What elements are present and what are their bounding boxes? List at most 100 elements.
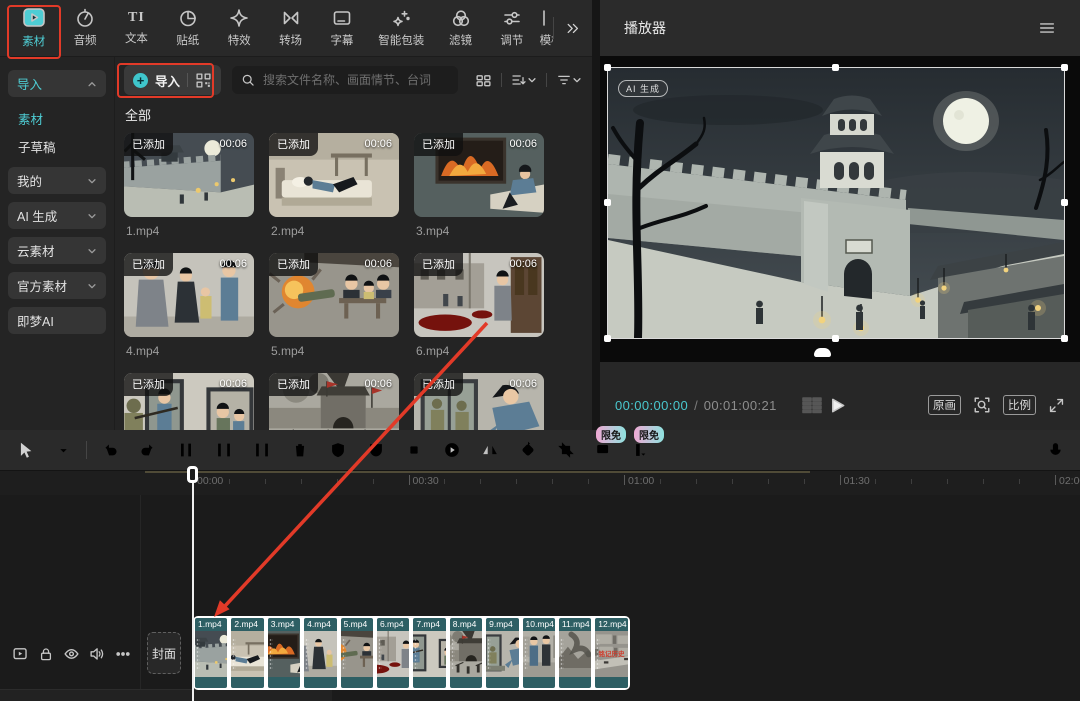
media-card[interactable]: 已添加00:067.mp4 [124, 373, 254, 430]
delete-button[interactable] [285, 435, 315, 465]
zoom-fit-icon[interactable] [973, 396, 991, 414]
tab-filters[interactable]: 滤镜 [435, 0, 486, 56]
hamburger-menu-icon[interactable] [1038, 19, 1056, 37]
tab-text[interactable]: TI文本 [111, 0, 162, 56]
select-tool[interactable] [10, 435, 40, 465]
sidebar-item-mine[interactable]: 我的 [8, 167, 106, 194]
expand-tabs-button[interactable] [554, 0, 592, 56]
playhead-handle[interactable] [187, 466, 198, 483]
crop-button[interactable] [551, 435, 581, 465]
rotate-button[interactable] [513, 435, 543, 465]
preview-frame[interactable]: AI 生成 [608, 68, 1064, 338]
aspect-ratio-button[interactable]: 比例 [1003, 395, 1036, 415]
select-tool-dropdown[interactable] [48, 435, 78, 465]
timeline-ruler[interactable]: 00:0000:3001:0001:3002:00 [0, 471, 1080, 495]
timeline-clip[interactable]: 6.mp4 [377, 618, 409, 688]
sidebar-item-official[interactable]: 官方素材 [8, 272, 106, 299]
transform-handle[interactable] [1061, 335, 1068, 342]
media-card[interactable]: 已添加00:062.mp4 [269, 133, 399, 238]
split-keep-right-button[interactable] [247, 435, 277, 465]
timeline-clip[interactable]: 11.mp4 [559, 618, 591, 688]
tab-smartpack[interactable]: 智能包装 [368, 0, 435, 56]
media-card[interactable]: 已添加00:063.mp4 [414, 133, 544, 238]
scrollbar-track[interactable] [0, 689, 332, 701]
media-card[interactable]: 已添加00:065.mp4 [269, 253, 399, 358]
transform-handle[interactable] [604, 199, 611, 206]
more-options-icon[interactable] [115, 646, 131, 662]
split-keep-left-button[interactable] [209, 435, 239, 465]
timeline-clip[interactable]: 7.mp4 [413, 618, 445, 688]
timeline-clip[interactable]: 9.mp4 [486, 618, 518, 688]
tab-captions[interactable]: 字幕 [316, 0, 367, 56]
clip-drag-handle[interactable] [232, 638, 236, 670]
media-card[interactable]: 已添加00:066.mp4 [414, 253, 544, 358]
video-track-icon[interactable] [12, 645, 29, 662]
sidebar-item-material[interactable]: 素材 [0, 105, 114, 131]
cover-button[interactable]: 封面 [147, 632, 181, 674]
ruler-tick [804, 479, 805, 484]
transform-handle[interactable] [832, 64, 839, 71]
transform-handle[interactable] [604, 64, 611, 71]
tab-adjust[interactable]: 调节 [486, 0, 537, 56]
record-voiceover-button[interactable] [1040, 435, 1070, 465]
transform-handle[interactable] [1061, 199, 1068, 206]
media-card[interactable]: 已添加00:069.mp4 [414, 373, 544, 430]
undo-button[interactable] [95, 435, 125, 465]
timeline-clip[interactable]: 5.mp4 [341, 618, 373, 688]
qr-code-icon[interactable] [195, 72, 212, 89]
tab-effects[interactable]: 特效 [214, 0, 265, 56]
rotate-handle[interactable] [814, 348, 831, 357]
timeline-clip[interactable]: 1.mp4 [195, 618, 227, 688]
original-quality-button[interactable]: 原画 [928, 395, 961, 415]
tab-audio[interactable]: 音频 [59, 0, 110, 56]
grid-view-icon[interactable] [475, 72, 492, 89]
timeline-clip[interactable]: 3.mp4 [268, 618, 300, 688]
clip-drag-handle[interactable] [305, 638, 309, 670]
clip-drag-handle[interactable] [196, 638, 200, 670]
timeline-clip[interactable]: 10.mp4 [523, 618, 555, 688]
media-card[interactable]: 已添加00:068.mp4 [269, 373, 399, 430]
import-button[interactable]: + 导入 [124, 65, 221, 95]
play-button[interactable] [828, 396, 847, 415]
clip-drag-handle[interactable] [378, 638, 382, 670]
tab-transition[interactable]: 转场 [265, 0, 316, 56]
toggle-visibility-icon[interactable] [63, 645, 80, 662]
timeline-clip[interactable]: 4.mp4 [304, 618, 336, 688]
mirror-button[interactable] [475, 435, 505, 465]
media-card[interactable]: 已添加00:064.mp4 [124, 253, 254, 358]
speed-button[interactable] [437, 435, 467, 465]
tab-sticker[interactable]: 贴纸 [162, 0, 213, 56]
sidebar-item-cloud[interactable]: 云素材 [8, 237, 106, 264]
tab-template[interactable]: 模板 [538, 0, 554, 56]
sidebar-item-subdraft[interactable]: 子草稿 [0, 133, 114, 159]
timeline-clip[interactable]: 2.mp4 [231, 618, 263, 688]
frame-grid-icon[interactable] [801, 395, 823, 415]
clip-drag-handle[interactable] [560, 638, 564, 670]
timeline-clip[interactable]: 8.mp4 [450, 618, 482, 688]
media-card[interactable]: 已添加00:061.mp4 [124, 133, 254, 238]
sidebar-item-jimeng[interactable]: 即梦AI [8, 307, 106, 334]
sidebar-item-import[interactable]: 导入 [8, 70, 106, 97]
close-gap-button[interactable]: 限免 [627, 435, 657, 465]
fullscreen-icon[interactable] [1048, 397, 1065, 414]
sort-icon[interactable] [511, 72, 537, 88]
delete-fragment-button[interactable]: 限免 [589, 435, 619, 465]
tab-media[interactable]: 素材 [8, 0, 59, 56]
mute-track-icon[interactable] [89, 645, 106, 662]
clip-drag-handle[interactable] [269, 638, 273, 670]
lock-track-icon[interactable] [38, 646, 54, 662]
search-input[interactable] [261, 72, 449, 88]
clip-drag-handle[interactable] [342, 638, 346, 670]
clip-drag-handle[interactable] [451, 638, 455, 670]
timeline-clip[interactable]: 12.mp4铭记历史 [595, 618, 627, 688]
clip-drag-handle[interactable] [487, 638, 491, 670]
transform-handle[interactable] [604, 335, 611, 342]
search-box[interactable] [232, 66, 458, 94]
transform-handle[interactable] [1061, 64, 1068, 71]
sidebar-item-ai-gen[interactable]: AI 生成 [8, 202, 106, 229]
filter-icon[interactable] [556, 72, 582, 88]
clip-drag-handle[interactable] [414, 638, 418, 670]
split-button[interactable] [171, 435, 201, 465]
transform-handle[interactable] [832, 335, 839, 342]
clip-drag-handle[interactable] [524, 638, 528, 670]
